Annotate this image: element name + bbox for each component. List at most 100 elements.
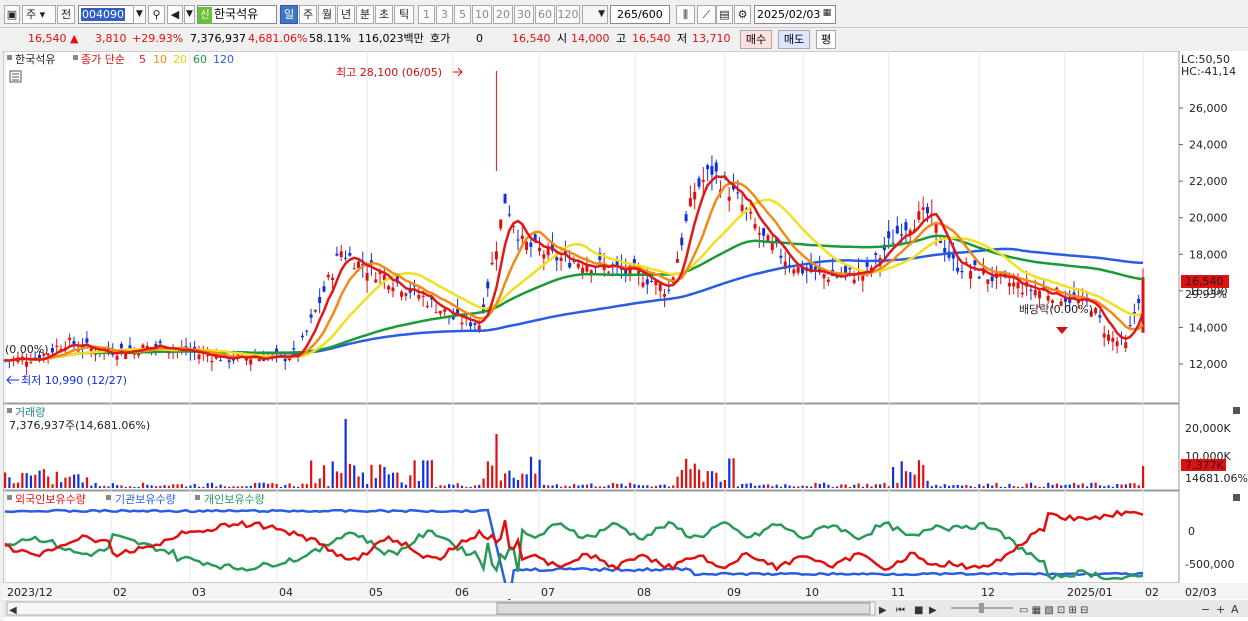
period-year-tab[interactable]: 년 xyxy=(337,5,355,24)
volume-bar xyxy=(999,486,1002,488)
candle-body xyxy=(749,211,753,214)
interval-3-button[interactable]: 3 xyxy=(436,5,453,24)
volume-bar xyxy=(844,484,847,488)
sell-button[interactable]: 매도 xyxy=(778,30,810,49)
volume-bar xyxy=(607,485,610,488)
volume-bar xyxy=(335,471,339,488)
volume-bar xyxy=(771,486,774,488)
font-size-icon[interactable]: A xyxy=(1231,603,1239,616)
calendar-icon[interactable]: ▦ xyxy=(820,5,834,24)
candle-body xyxy=(538,247,542,252)
market-type-select[interactable]: 주 ▾ xyxy=(22,5,56,24)
candle-body xyxy=(753,224,757,229)
volume-bar xyxy=(12,483,15,488)
rewind-icon[interactable]: ⏮ xyxy=(896,605,905,616)
candle-body xyxy=(331,277,335,281)
zoom-in-icon[interactable]: + xyxy=(1216,603,1225,616)
candle-body xyxy=(1124,342,1128,349)
period-month-tab[interactable]: 월 xyxy=(318,5,336,24)
data-count-input[interactable]: 265/600 xyxy=(610,5,670,24)
interval-5-button[interactable]: 5 xyxy=(454,5,471,24)
candle-body xyxy=(887,231,891,239)
volume-bar xyxy=(749,483,752,488)
buy-button[interactable]: 매수 xyxy=(740,30,772,49)
interval-120-button[interactable]: 120 xyxy=(556,5,580,24)
holding-close-icon[interactable] xyxy=(1233,494,1240,501)
volume-bar xyxy=(754,485,757,488)
scroll-left-icon[interactable]: ◀ xyxy=(9,605,17,616)
candle-body xyxy=(1128,325,1132,327)
volume-bar xyxy=(241,486,244,488)
candle-body xyxy=(313,310,317,312)
interval-10-button[interactable]: 10 xyxy=(472,5,492,24)
draw-tool-icon[interactable]: ⟋ xyxy=(697,5,716,24)
candle-body xyxy=(680,237,684,246)
volume-bar xyxy=(202,486,205,488)
volume-bar xyxy=(698,469,701,488)
candle-body xyxy=(766,235,770,241)
period-week-tab[interactable]: 주 xyxy=(299,5,317,24)
volume-bar xyxy=(322,465,326,488)
candle-body xyxy=(990,276,994,282)
candle-body xyxy=(210,360,214,363)
volume-tag-pct: 14681.06% xyxy=(1185,472,1248,485)
zoom-out-icon[interactable]: − xyxy=(1201,603,1210,616)
period-minute-tab[interactable]: 분 xyxy=(356,5,374,24)
gear-icon[interactable]: ⚙ xyxy=(734,5,751,24)
volume-bar xyxy=(85,477,89,488)
stop-icon[interactable]: ■ xyxy=(914,605,923,616)
scroll-right-icon[interactable]: ▶ xyxy=(879,605,887,616)
volume-bar xyxy=(879,484,882,488)
scroll-thumb[interactable] xyxy=(496,602,871,615)
volume-title: 거래량 xyxy=(15,406,45,419)
period-tick-tab[interactable]: 틱 xyxy=(394,5,414,24)
play-icon[interactable]: ▶ xyxy=(929,605,937,616)
volume-bar xyxy=(922,465,925,488)
interval-60-button[interactable]: 60 xyxy=(535,5,555,24)
interval-dropdown-icon[interactable]: ▼ xyxy=(582,5,608,24)
avg-button[interactable]: 평 xyxy=(816,30,836,49)
save-icon[interactable]: ▤ xyxy=(716,5,733,24)
volume-bar xyxy=(585,484,589,488)
volume-bar xyxy=(1034,485,1037,488)
volume-close-icon[interactable] xyxy=(1233,407,1240,414)
volume-bar xyxy=(1124,484,1127,488)
volume-bar xyxy=(491,465,494,488)
candle-body xyxy=(792,269,796,274)
high-label: 고 xyxy=(616,32,627,45)
quote-bar: 16,540 ▲ 3,810 +29.93% 7,376,937 4,681.0… xyxy=(0,28,1248,50)
volume-bar xyxy=(327,485,330,488)
candle-type-icon[interactable]: ⫼ xyxy=(676,5,695,24)
stock-name-box[interactable]: 신 한국석유 xyxy=(197,5,277,24)
volume-value: 7,376,937 xyxy=(190,32,246,45)
volume-bar xyxy=(1073,482,1076,488)
candle-body xyxy=(1016,282,1020,289)
prev-button[interactable]: 전 xyxy=(57,5,75,24)
zoom-slider-thumb[interactable] xyxy=(979,603,984,613)
interval-20-button[interactable]: 20 xyxy=(493,5,513,24)
interval-30-button[interactable]: 30 xyxy=(514,5,534,24)
volume-bar xyxy=(779,486,783,488)
period-day-tab[interactable]: 일 xyxy=(280,5,298,24)
candle-body xyxy=(706,165,710,170)
candle-body xyxy=(490,262,494,265)
interval-1-button[interactable]: 1 xyxy=(418,5,435,24)
search-icon[interactable]: ⚲ xyxy=(148,5,165,24)
volume-bar xyxy=(262,482,265,488)
volume-bar xyxy=(387,474,390,488)
chart-area[interactable]: 한국석유 종가 단순 5 10 20 60 120 최고 28,100 (06/… xyxy=(3,51,1248,621)
volume-bar xyxy=(866,483,869,488)
candle-body xyxy=(400,291,404,297)
volume-bar xyxy=(482,478,485,488)
period-second-tab[interactable]: 초 xyxy=(375,5,393,24)
candle-body xyxy=(658,283,662,291)
history-dropdown-icon[interactable]: ▼ xyxy=(184,5,195,24)
tool-icons[interactable]: ▭ ▦ ▧ ⊡ ⊞ ⊟ xyxy=(1019,605,1088,616)
code-dropdown-icon[interactable]: ▼ xyxy=(133,5,146,24)
speaker-icon[interactable]: ◀ xyxy=(167,5,183,24)
window-menu-icon[interactable]: ▣ xyxy=(4,5,20,24)
volume-bar xyxy=(805,486,808,488)
candle-body xyxy=(417,295,421,299)
data-count-value: 265 xyxy=(617,8,638,21)
candle-body xyxy=(925,207,929,214)
